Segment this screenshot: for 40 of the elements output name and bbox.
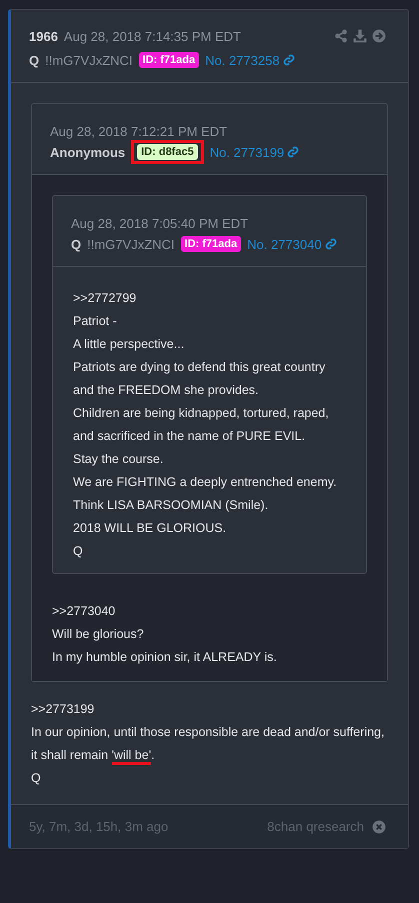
post-text: Stay the course. bbox=[73, 451, 164, 468]
post-number-link[interactable]: No. 2773258 bbox=[205, 52, 295, 68]
id-badge: ID: d8fac5 bbox=[137, 144, 198, 160]
author-name: Anonymous bbox=[50, 144, 126, 160]
id-badge: ID: f71ada bbox=[180, 236, 242, 252]
post-count: 1966 bbox=[29, 29, 58, 44]
share-icon[interactable] bbox=[334, 29, 348, 43]
post-text: A little perspective... bbox=[73, 336, 186, 353]
post-number-link[interactable]: No. 2773199 bbox=[210, 144, 300, 160]
tripcode: !!mG7VJxZNCI bbox=[45, 52, 133, 68]
author-name: Q bbox=[71, 236, 82, 252]
post-text: Patriots are dying to defend this great country and the FREEDOM she provides. bbox=[73, 359, 326, 399]
post-age: 5y, 7m, 3d, 15h, 3m ago bbox=[29, 819, 168, 834]
post-text: >>2773199 bbox=[31, 701, 96, 718]
source-label: 8chan qresearch bbox=[267, 819, 364, 834]
timestamp: Aug 28, 2018 7:12:21 PM EDT bbox=[50, 124, 228, 139]
post-text: We are FIGHTING a deeply entrenched enemy. bbox=[73, 474, 338, 491]
post-text: Will be glorious? bbox=[52, 626, 145, 643]
post-text: >>2772799 bbox=[73, 290, 138, 307]
id-badge: ID: f71ada bbox=[138, 52, 200, 68]
tripcode: !!mG7VJxZNCI bbox=[87, 236, 175, 252]
post-text: Patriot - bbox=[73, 313, 118, 330]
post-text: Children are being kidnapped, tortured, raped, and sacrificed in the name of PURE EVIL. bbox=[73, 405, 330, 445]
timestamp: Aug 28, 2018 7:14:35 PM EDT bbox=[64, 29, 241, 44]
post-text: Q bbox=[31, 770, 42, 787]
link-icon bbox=[282, 54, 295, 66]
post-text: Think LISA BARSOOMIAN (Smile). bbox=[73, 497, 270, 514]
post-text: >>2773040 bbox=[52, 603, 116, 620]
arrow-right-icon[interactable] bbox=[372, 29, 386, 43]
link-icon bbox=[287, 146, 300, 158]
post-text: In our opinion, until those responsible are dead and/or suffering, it shall remain 'will be'. bbox=[31, 721, 388, 767]
close-icon[interactable] bbox=[372, 820, 386, 834]
author-name: Q bbox=[29, 52, 40, 68]
post-text: Q bbox=[73, 543, 84, 560]
post-number-link[interactable]: No. 2773040 bbox=[247, 236, 337, 252]
download-icon[interactable] bbox=[353, 29, 367, 43]
timestamp: Aug 28, 2018 7:05:40 PM EDT bbox=[71, 216, 250, 231]
post-text: In my humble opinion sir, it ALREADY is. bbox=[52, 649, 278, 666]
post-text: 2018 WILL BE GLORIOUS. bbox=[73, 520, 228, 537]
link-icon bbox=[324, 238, 337, 250]
